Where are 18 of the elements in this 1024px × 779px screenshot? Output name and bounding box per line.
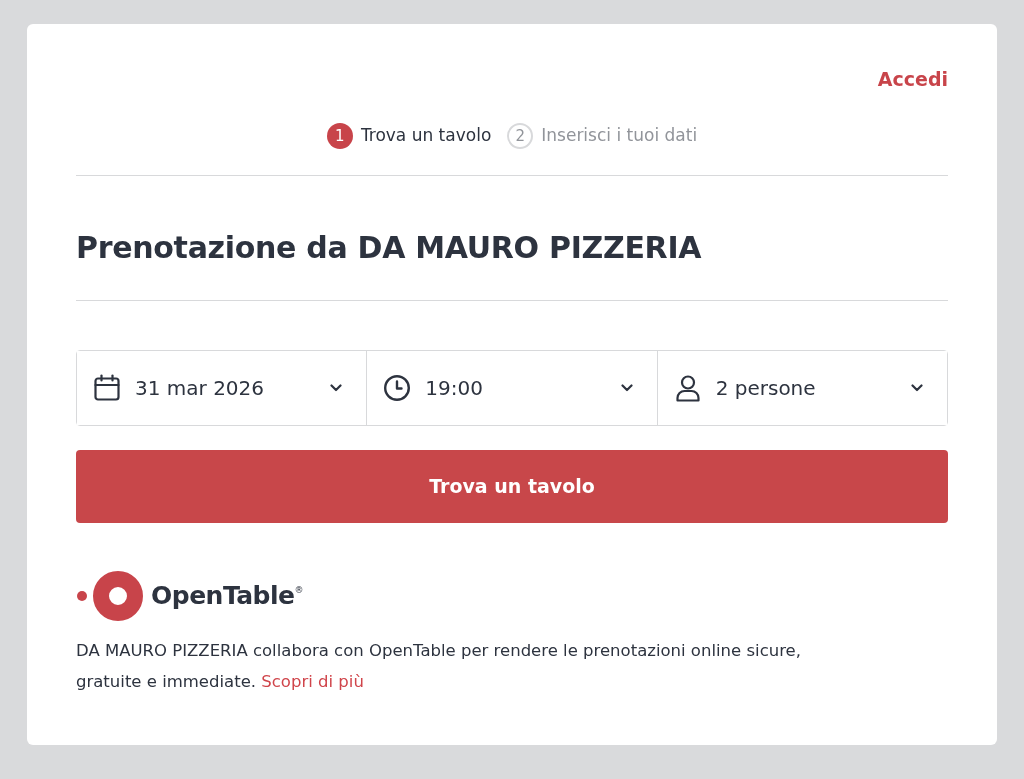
partner-description: DA MAURO PIZZERIA collabora con OpenTable per rendere le prenotazioni online sicure, gratuite e immediate. Scopri di più (76, 640, 802, 693)
person-icon (673, 374, 702, 402)
caret-icon (620, 384, 633, 392)
caret-icon (330, 384, 343, 392)
learn-more-link[interactable]: Scopri di più (261, 672, 364, 691)
party-size-picker[interactable]: 2 persone (656, 351, 947, 425)
find-table-button[interactable]: Trova un tavolo (76, 450, 948, 523)
page-title: Prenotazione da DA MAURO PIZZERIA (76, 176, 948, 301)
step-label: Inserisci i tuoi dati (541, 124, 698, 148)
clock-icon (383, 374, 412, 402)
step-number: 2 (507, 123, 534, 149)
calendar-icon (93, 374, 121, 402)
login-link[interactable]: Accedi (877, 70, 948, 89)
step-label: Trova un tavolo (360, 124, 492, 148)
logo-wordmark: OpenTable$^{®}$ (151, 580, 304, 613)
caret-icon (911, 384, 923, 392)
ring-logo-icon (76, 571, 143, 621)
step-number: 1 (326, 123, 353, 149)
